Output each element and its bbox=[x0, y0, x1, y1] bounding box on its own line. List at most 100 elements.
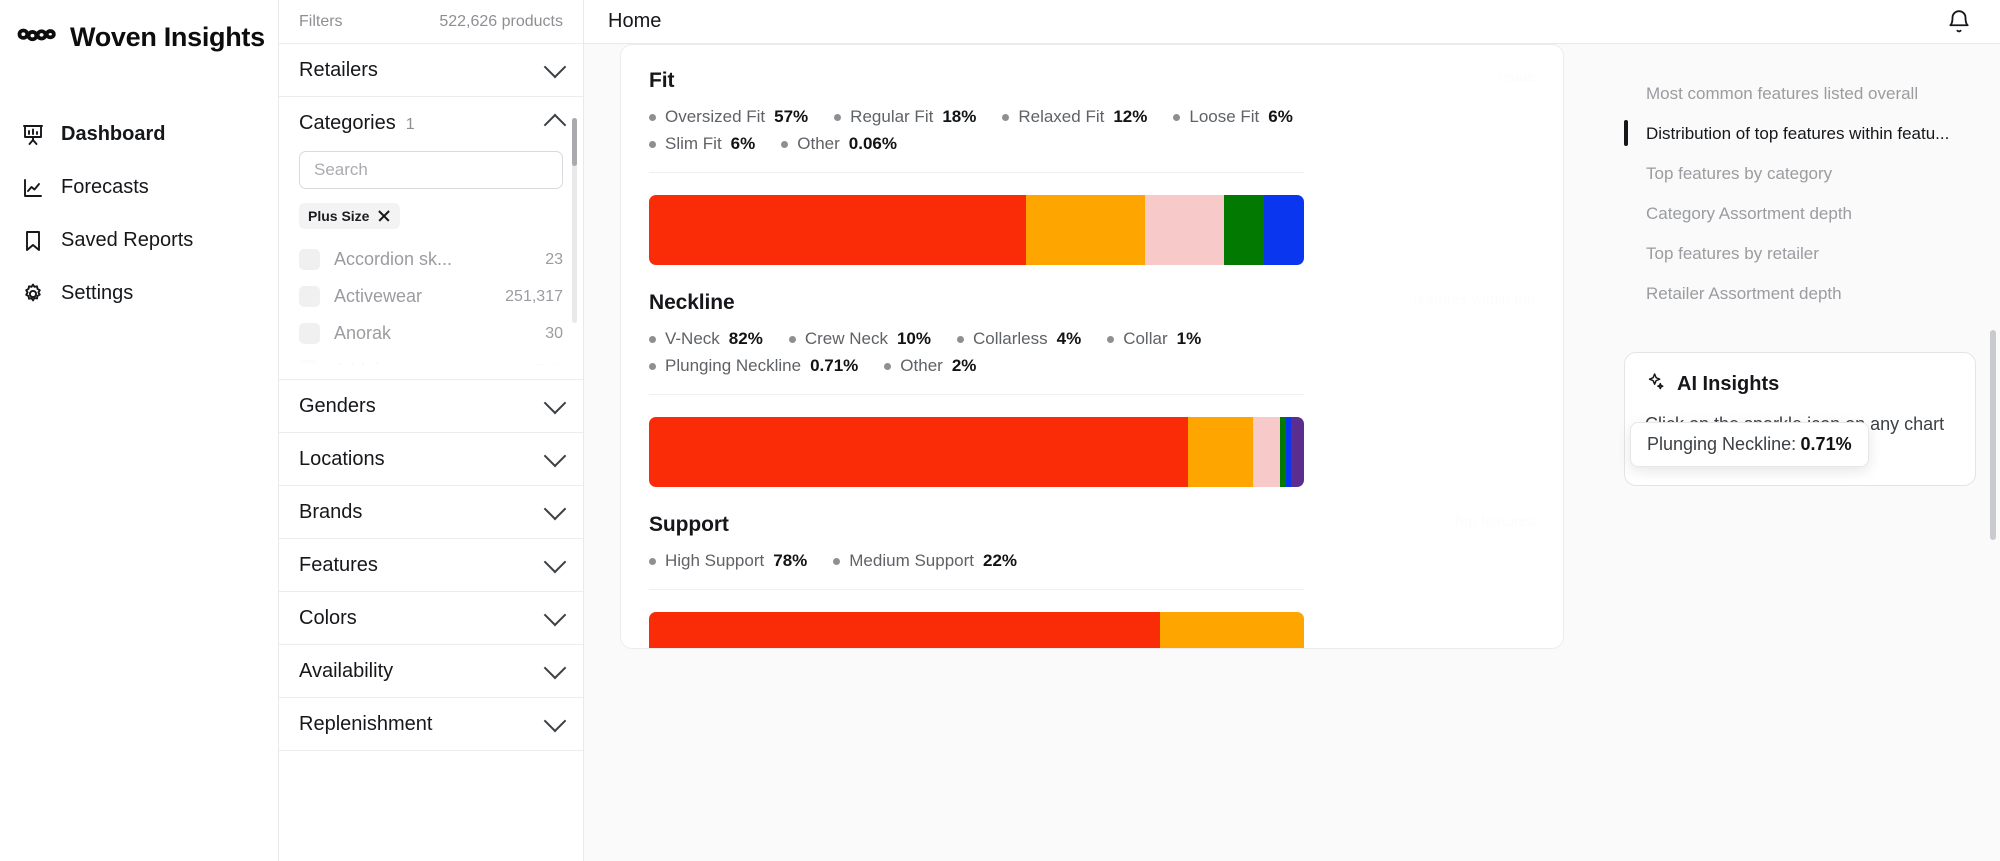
bar-segment[interactable] bbox=[1224, 195, 1264, 265]
bar-segment[interactable] bbox=[1263, 195, 1304, 265]
list-item[interactable]: Activewear 251,317 bbox=[299, 278, 563, 315]
chart-title: Fit bbox=[649, 69, 675, 92]
brand: Woven Insights bbox=[0, 6, 278, 56]
stacked-bar[interactable] bbox=[649, 195, 1304, 265]
bar-segment[interactable] bbox=[1025, 195, 1145, 265]
legend-item[interactable]: Collar 1% bbox=[1107, 329, 1201, 349]
chevron-down-icon bbox=[543, 497, 567, 521]
brand-name: Woven Insights bbox=[70, 21, 265, 52]
option-label: Anorak bbox=[334, 323, 392, 343]
stacked-bar[interactable] bbox=[649, 612, 1304, 648]
nav-item-dashboard[interactable]: Dashboard bbox=[0, 108, 278, 161]
ai-insights-header: AI Insights bbox=[1645, 371, 1955, 397]
facet-header-features[interactable]: Features bbox=[279, 539, 583, 591]
bar-segment[interactable] bbox=[1253, 417, 1280, 487]
legend-item[interactable]: Plunging Neckline 0.71% bbox=[649, 356, 858, 376]
legend-item[interactable]: Relaxed Fit 12% bbox=[1002, 107, 1147, 127]
chip-label: Plus Size bbox=[308, 208, 370, 224]
facet-header-locations[interactable]: Locations bbox=[279, 433, 583, 485]
chevron-down-icon bbox=[543, 656, 567, 680]
facet-brands: Brands bbox=[279, 486, 583, 539]
legend-item[interactable]: Oversized Fit 57% bbox=[649, 107, 808, 127]
facet-header-genders[interactable]: Genders bbox=[279, 380, 583, 432]
legend-value: 10% bbox=[896, 329, 931, 348]
legend-item[interactable]: V-Neck 82% bbox=[649, 329, 763, 349]
legend-item[interactable]: Other 0.06% bbox=[781, 134, 897, 154]
list-item[interactable]: Athleisure 2,548 bbox=[299, 352, 563, 369]
bell-icon[interactable] bbox=[1946, 9, 1972, 35]
toc-item-overall[interactable]: Most common features listed overall bbox=[1624, 74, 1976, 114]
legend-item[interactable]: Regular Fit 18% bbox=[834, 107, 976, 127]
bookmark-icon bbox=[20, 228, 46, 254]
nav-label: Saved Reports bbox=[61, 229, 194, 251]
bar-segment[interactable] bbox=[1290, 417, 1304, 487]
nav-item-saved-reports[interactable]: Saved Reports bbox=[0, 214, 278, 267]
option-label: Athleisure bbox=[334, 360, 509, 369]
nav-item-settings[interactable]: Settings bbox=[0, 267, 278, 320]
page-scrollbar[interactable] bbox=[1990, 330, 1996, 540]
facet-features: Features bbox=[279, 539, 583, 592]
facet-header-colors[interactable]: Colors bbox=[279, 592, 583, 644]
toc-item-top-by-category[interactable]: Top features by category bbox=[1624, 154, 1976, 194]
stacked-bar[interactable] bbox=[649, 417, 1304, 487]
facet-header-replenishment[interactable]: Replenishment bbox=[279, 698, 583, 750]
legend-dot-icon bbox=[781, 140, 789, 148]
chip-plus-size[interactable]: Plus Size bbox=[299, 203, 401, 229]
category-scrollbar[interactable] bbox=[572, 118, 577, 323]
facet-header-availability[interactable]: Availability bbox=[279, 645, 583, 697]
facet-header-categories[interactable]: Categories 1 bbox=[279, 97, 583, 149]
bar-segment[interactable] bbox=[649, 195, 1026, 265]
scrollbar-thumb[interactable] bbox=[572, 118, 577, 166]
toc-item-category-depth[interactable]: Category Assortment depth bbox=[1624, 194, 1976, 234]
chevron-down-icon bbox=[543, 444, 567, 468]
axis-rule bbox=[649, 589, 1304, 590]
facet-header-brands[interactable]: Brands bbox=[279, 486, 583, 538]
facet-header-retailers[interactable]: Retailers bbox=[279, 44, 583, 96]
bar-segment[interactable] bbox=[1187, 417, 1254, 487]
bar-segment[interactable] bbox=[1144, 195, 1225, 265]
legend-item[interactable]: Collarless 4% bbox=[956, 329, 1081, 349]
bar-segment[interactable] bbox=[1159, 612, 1304, 648]
legend-label: High Support bbox=[665, 551, 765, 570]
checkbox[interactable] bbox=[299, 286, 320, 307]
gear-icon bbox=[20, 281, 46, 307]
checkbox[interactable] bbox=[299, 323, 320, 344]
axis-rule bbox=[649, 172, 1304, 173]
list-item[interactable]: Anorak 30 bbox=[299, 315, 563, 352]
legend-item[interactable]: Loose Fit 6% bbox=[1173, 107, 1293, 127]
nav-label: Settings bbox=[61, 282, 134, 304]
facet-label: Availability bbox=[299, 659, 394, 682]
legend-item[interactable]: Other 2% bbox=[884, 356, 976, 376]
legend-item[interactable]: Slim Fit 6% bbox=[649, 134, 755, 154]
legend-item[interactable]: High Support 78% bbox=[649, 551, 807, 571]
charts-column: Fit value Oversized Fit 57% Regular Fit 18… bbox=[584, 44, 1600, 861]
main-area: Home Fit value Oversized Fit 57% Regular… bbox=[584, 0, 2000, 861]
product-count: 522,626 products bbox=[439, 12, 563, 30]
legend-item[interactable]: Crew Neck 10% bbox=[788, 329, 931, 349]
bar-segment[interactable] bbox=[649, 612, 1160, 648]
checkbox[interactable] bbox=[299, 360, 320, 369]
legend-label: Other bbox=[900, 356, 943, 375]
chart-plot bbox=[649, 172, 1535, 265]
option-count: 2,548 bbox=[523, 362, 563, 370]
nav-item-forecasts[interactable]: Forecasts bbox=[0, 161, 278, 214]
checkbox[interactable] bbox=[299, 249, 320, 270]
app-root: Woven Insights Dashboard Forecasts Saved… bbox=[0, 0, 2000, 861]
toc-item-top-by-retailer[interactable]: Top features by retailer bbox=[1624, 234, 1976, 274]
bar-segment[interactable] bbox=[649, 417, 1188, 487]
legend-item[interactable]: Medium Support 22% bbox=[833, 551, 1017, 571]
facet-label: Colors bbox=[299, 606, 357, 629]
toc-item-distribution[interactable]: Distribution of top features within feat… bbox=[1624, 114, 1976, 154]
toc-item-retailer-depth[interactable]: Retailer Assortment depth bbox=[1624, 274, 1976, 314]
close-icon[interactable] bbox=[377, 209, 391, 223]
nav-label: Forecasts bbox=[61, 176, 149, 198]
list-item[interactable]: Accordion sk... 23 bbox=[299, 241, 563, 278]
facet-categories: Categories 1 Plus Size bbox=[279, 97, 583, 380]
chart-header: Neckline features within the bbox=[649, 291, 1535, 315]
chart-legend: Oversized Fit 57% Regular Fit 18% Relaxed … bbox=[649, 107, 1409, 154]
facet-locations: Locations bbox=[279, 433, 583, 486]
search-input[interactable] bbox=[299, 151, 563, 189]
legend-value: 6% bbox=[1268, 107, 1293, 126]
chevron-down-icon bbox=[543, 603, 567, 627]
category-option-list[interactable]: Accordion sk... 23 Activewear 251,317 An… bbox=[299, 241, 563, 369]
